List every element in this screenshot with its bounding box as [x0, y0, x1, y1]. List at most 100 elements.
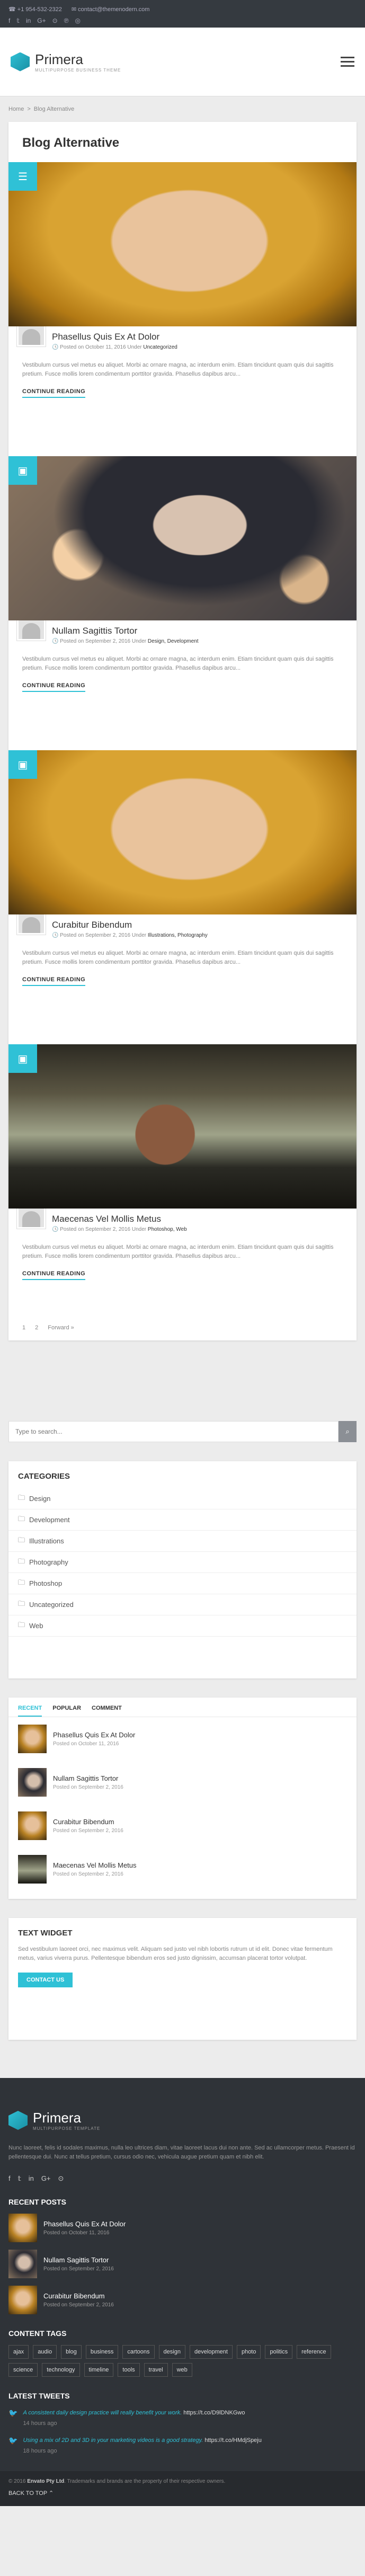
continue-reading-button[interactable]: CONTINUE READING [22, 388, 86, 398]
list-item[interactable]: Curabitur Bibendum Posted on September 2,… [8, 1804, 357, 1847]
list-item[interactable]: Maecenas Vel Mollis Metus Posted on Septe… [8, 1847, 357, 1891]
facebook-icon[interactable]: f [8, 17, 10, 24]
folder-icon: 🗀 [18, 1535, 25, 1544]
tag-link[interactable]: blog [61, 2345, 82, 2359]
continue-reading-button[interactable]: CONTINUE READING [22, 682, 86, 692]
align-left-icon: ☰ [8, 162, 37, 191]
top-bar: ☎ +1 954-532-2322 ✉ contact@themenodern.… [0, 0, 365, 28]
page-2-link[interactable]: 2 [35, 1325, 38, 1331]
breadcrumb: Home > Blog Alternative [8, 106, 75, 112]
dribbble-icon[interactable]: ◎ [75, 17, 81, 24]
back-to-top-button[interactable]: BACK TO TOP ⌃ [8, 2490, 357, 2497]
post-thumbnail [8, 2214, 37, 2242]
post-image[interactable]: ▣ [8, 750, 357, 914]
category-item[interactable]: 🗀 Illustrations [8, 1531, 357, 1552]
tag-link[interactable]: design [158, 2345, 185, 2359]
tweet-item: 🐦 A consistent daily design practice wil… [8, 2409, 245, 2427]
search-icon[interactable]: ⌕ [339, 1421, 357, 1442]
search-input[interactable] [8, 1421, 339, 1442]
next-page-link[interactable]: Forward » [48, 1325, 74, 1331]
tweet-link[interactable]: https://t.co/HMdjSpeju [204, 2437, 262, 2444]
pinterest-icon[interactable]: ℗ [64, 17, 69, 24]
footer-logo[interactable]: Primera MULTIPURPOSE TEMPLATE [8, 2110, 357, 2131]
post-excerpt: Vestibulum cursus vel metus eu aliquet. … [22, 950, 334, 965]
facebook-icon[interactable]: f [8, 2174, 11, 2183]
email-link[interactable]: ✉ contact@themenodern.com [72, 6, 150, 13]
page-title: Blog Alternative [22, 136, 120, 150]
category-item[interactable]: 🗀 Uncategorized [8, 1594, 357, 1615]
post-title[interactable]: Nullam Sagittis Tortor [52, 626, 199, 636]
tab-comment[interactable]: COMMENT [92, 1705, 122, 1717]
tag-link[interactable]: web [172, 2363, 192, 2377]
google-plus-icon[interactable]: G+ [37, 17, 46, 24]
folder-icon: 🗀 [18, 1599, 25, 1607]
list-item[interactable]: Phasellus Quis Ex At Dolor Posted on Octo… [8, 1717, 357, 1761]
list-item[interactable]: Nullam Sagittis Tortor Posted on Septembe… [8, 2250, 357, 2278]
post-image[interactable]: ▣ [8, 456, 357, 620]
folder-icon: 🗀 [18, 1620, 25, 1629]
breadcrumb-home[interactable]: Home [8, 106, 24, 112]
tag-link[interactable]: development [189, 2345, 233, 2359]
post-excerpt: Vestibulum cursus vel metus eu aliquet. … [22, 656, 334, 671]
tag-link[interactable]: photo [236, 2345, 261, 2359]
post-title[interactable]: Maecenas Vel Mollis Metus [52, 1214, 187, 1224]
tab-recent[interactable]: RECENT [18, 1705, 42, 1717]
post-card: ▣ Curabitur Bibendum 🕓 Posted on Septemb… [8, 750, 357, 1044]
list-item[interactable]: Phasellus Quis Ex At Dolor Posted on Octo… [8, 2214, 357, 2242]
tag-link[interactable]: politics [265, 2345, 293, 2359]
tag-link[interactable]: reference [297, 2345, 331, 2359]
site-logo[interactable]: Primera MULTIPURPOSE BUSINESS THEME [11, 51, 121, 73]
text-widget-title: TEXT WIDGET [18, 1929, 73, 1938]
topbar-social: f 𝕥 in G+ ⊙ ℗ ◎ [8, 17, 357, 24]
post-excerpt: Vestibulum cursus vel metus eu aliquet. … [22, 1244, 334, 1259]
tag-link[interactable]: technology [42, 2363, 80, 2377]
text-widget-body: Sed vestibulum laoreet orci, nec maximus… [18, 1946, 333, 1961]
tag-link[interactable]: travel [144, 2363, 168, 2377]
post-title[interactable]: Phasellus Quis Ex At Dolor [52, 332, 177, 342]
post-thumbnail [18, 1811, 47, 1840]
post-image[interactable]: ☰ [8, 162, 357, 326]
post-thumbnail [18, 1768, 47, 1797]
category-item[interactable]: 🗀 Web [8, 1615, 357, 1637]
image-icon: ▣ [8, 1044, 37, 1073]
twitter-icon: 🐦 [8, 2409, 18, 2417]
tag-link[interactable]: cartoons [122, 2345, 155, 2359]
post-thumbnail [18, 1725, 47, 1753]
twitter-icon[interactable]: 𝕥 [16, 17, 20, 24]
post-card: ☰ Phasellus Quis Ex At Dolor 🕓 Posted on… [8, 162, 357, 456]
footer-about: Nunc laoreet, felis id sodales maximus, … [8, 2145, 355, 2160]
post-image[interactable]: ▣ [8, 1044, 357, 1209]
tag-link[interactable]: audio [33, 2345, 57, 2359]
page-1-link[interactable]: 1 [22, 1325, 25, 1331]
continue-reading-button[interactable]: CONTINUE READING [22, 976, 86, 986]
list-item[interactable]: Nullam Sagittis Tortor Posted on Septembe… [8, 1761, 357, 1804]
tag-link[interactable]: ajax [8, 2345, 29, 2359]
phone-text[interactable]: ☎ +1 954-532-2322 [8, 6, 62, 13]
tag-link[interactable]: tools [118, 2363, 140, 2377]
google-plus-icon[interactable]: G+ [41, 2174, 51, 2183]
category-item[interactable]: 🗀 Development [8, 1509, 357, 1531]
tag-link[interactable]: science [8, 2363, 38, 2377]
tag-link[interactable]: timeline [84, 2363, 114, 2377]
list-item[interactable]: Curabitur Bibendum Posted on September 2,… [8, 2286, 357, 2314]
twitter-icon[interactable]: 𝕥 [18, 2174, 21, 2183]
github-icon[interactable]: ⊙ [52, 17, 58, 24]
github-icon[interactable]: ⊙ [58, 2174, 64, 2183]
tweet-link[interactable]: https://t.co/D9lDNKGwo [183, 2410, 245, 2416]
menu-toggle-button[interactable] [341, 57, 354, 67]
linkedin-icon[interactable]: in [26, 17, 31, 24]
category-item[interactable]: 🗀 Photoshop [8, 1573, 357, 1594]
tab-popular[interactable]: POPULAR [52, 1705, 81, 1717]
copyright-link[interactable]: Envato Pty Ltd [27, 2479, 64, 2484]
continue-reading-button[interactable]: CONTINUE READING [22, 1271, 86, 1280]
contact-us-button[interactable]: CONTACT US [18, 1973, 73, 1987]
footer-tags-title: CONTENT TAGS [8, 2329, 67, 2338]
post-title[interactable]: Curabitur Bibendum [52, 920, 208, 930]
linkedin-icon[interactable]: in [29, 2174, 34, 2183]
category-item[interactable]: 🗀 Photography [8, 1552, 357, 1573]
tag-link[interactable]: business [85, 2345, 119, 2359]
site-header: Primera MULTIPURPOSE BUSINESS THEME [0, 28, 365, 96]
category-item[interactable]: 🗀 Design [8, 1488, 357, 1509]
post-thumbnail [18, 1855, 47, 1884]
tweet-item: 🐦 Using a mix of 2D and 3D in your marke… [8, 2436, 262, 2454]
